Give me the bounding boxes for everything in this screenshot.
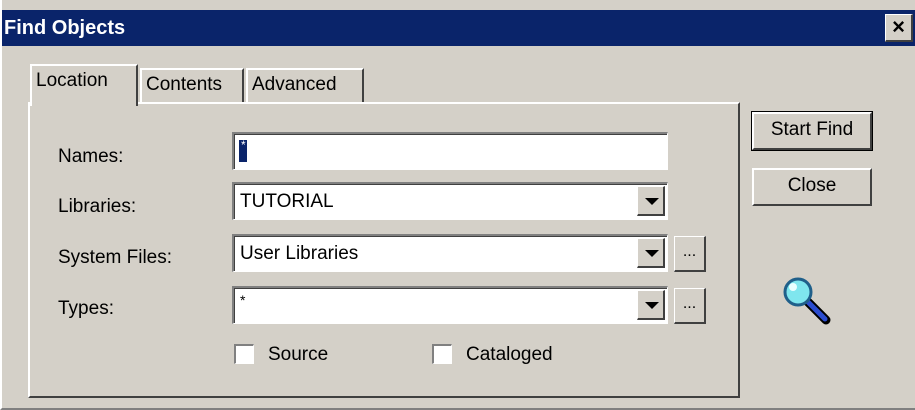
tab-location-label: Location: [36, 70, 108, 91]
title-bar[interactable]: Find Objects ×: [2, 10, 915, 46]
window-title: Find Objects: [4, 17, 126, 39]
close-button[interactable]: Close: [752, 168, 872, 206]
types-value: *: [240, 292, 246, 308]
window-close-button[interactable]: ×: [885, 14, 913, 42]
tab-advanced[interactable]: Advanced: [246, 68, 364, 102]
tab-advanced-label: Advanced: [252, 74, 337, 95]
tab-contents[interactable]: Contents: [140, 68, 244, 102]
cataloged-checkbox[interactable]: [432, 344, 452, 364]
types-dropdown-arrow-icon[interactable]: [637, 290, 665, 320]
libraries-dropdown[interactable]: TUTORIAL: [232, 182, 668, 220]
system-files-dropdown-arrow-icon[interactable]: [637, 238, 665, 268]
search-icon: [778, 276, 838, 336]
cataloged-label: Cataloged: [466, 344, 553, 365]
names-label: Names:: [58, 146, 124, 167]
names-value: *: [241, 138, 246, 152]
start-find-button[interactable]: Start Find: [751, 111, 873, 151]
libraries-label: Libraries:: [58, 196, 137, 217]
types-dropdown[interactable]: *: [232, 286, 668, 324]
types-label: Types:: [58, 298, 114, 319]
tab-contents-label: Contents: [146, 74, 223, 95]
names-input[interactable]: *: [232, 132, 668, 170]
system-files-label: System Files:: [58, 247, 173, 268]
system-files-dropdown[interactable]: User Libraries: [232, 234, 668, 272]
types-browse-button[interactable]: ...: [674, 288, 706, 324]
system-files-value: User Libraries: [240, 243, 359, 264]
source-checkbox[interactable]: [234, 344, 254, 364]
find-objects-dialog: Find Objects × Location Contents Advance…: [0, 0, 915, 410]
location-tab-panel: Names: * Libraries: TUTORIAL System File…: [28, 102, 740, 398]
system-files-browse-button[interactable]: ...: [674, 236, 706, 272]
tab-location[interactable]: Location: [30, 64, 138, 106]
libraries-value: TUTORIAL: [240, 191, 334, 212]
source-label: Source: [268, 344, 329, 365]
libraries-dropdown-arrow-icon[interactable]: [637, 186, 665, 216]
